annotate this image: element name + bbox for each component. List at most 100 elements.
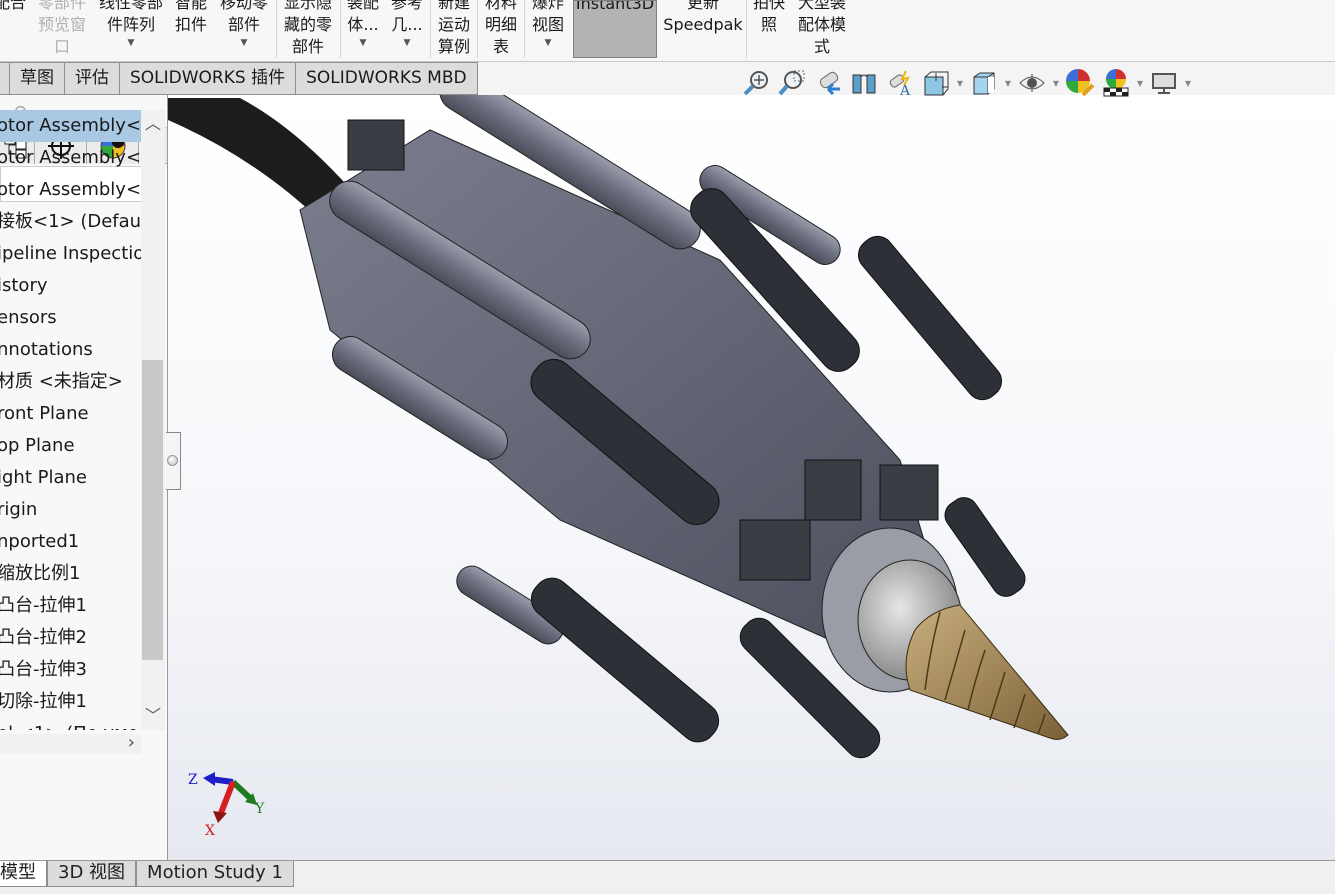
label-line: 视图 <box>531 15 564 34</box>
tree-item[interactable]: 接板<1> (Default <box>0 206 141 238</box>
heads-up-view-toolbar: A ▼ ▼ ▼ ▼ ▼ <box>738 66 1194 100</box>
section-view-icon[interactable] <box>846 66 882 100</box>
dynamic-annotation-views-icon[interactable]: A <box>882 66 918 100</box>
chevron-down-icon[interactable]: ▼ <box>404 36 411 50</box>
ribbon-separator <box>276 0 277 58</box>
chevron-down-icon[interactable]: ▼ <box>1002 79 1014 88</box>
tab-model[interactable]: 模型 <box>0 861 47 887</box>
label-line: 照 <box>760 15 777 34</box>
scroll-up-icon[interactable]: ︿ <box>141 112 165 136</box>
tab-solidworks-addins[interactable]: SOLIDWORKS 插件 <box>120 62 297 95</box>
chevron-down-icon[interactable]: ▼ <box>1134 79 1146 88</box>
tree-item[interactable]: 切除-拉伸1 <box>0 686 141 718</box>
label-line: Speedpak <box>663 15 743 34</box>
label-line: 配体模 <box>797 15 846 34</box>
tree-item[interactable]: ront Plane <box>0 398 141 430</box>
ribbon-separator <box>477 0 478 58</box>
label-line: 智能 <box>174 0 207 12</box>
scroll-down-icon[interactable]: ﹀ <box>141 704 165 728</box>
tab-label: 3D 视图 <box>58 862 126 883</box>
tree-item[interactable]: rigin <box>0 494 141 526</box>
tree-item[interactable]: otor Assembly<7 <box>0 142 141 174</box>
chevron-down-icon[interactable]: ▼ <box>1182 79 1194 88</box>
scrollbar-thumb[interactable] <box>142 360 163 660</box>
chevron-down-icon[interactable]: ▼ <box>1050 79 1062 88</box>
large-assembly-mode-button[interactable]: 大型装 配体模 式 <box>792 0 852 58</box>
tab-solidworks-mbd[interactable]: SOLIDWORKS MBD <box>296 62 478 95</box>
mate-button[interactable]: 配合 <box>0 0 28 58</box>
assembly-features-button[interactable]: 装配 体... ▼ <box>342 0 384 58</box>
panel-splitter-handle[interactable] <box>166 432 181 490</box>
chevron-down-icon[interactable]: ▼ <box>545 36 552 50</box>
tree-item[interactable]: 材质 <未指定> <box>0 366 141 398</box>
tree-item[interactable]: nported1 <box>0 526 141 558</box>
tree-item[interactable]: istory <box>0 270 141 302</box>
tree-item[interactable]: 凸台-拉伸1 <box>0 590 141 622</box>
instant3d-label: Instant3D <box>575 0 655 13</box>
tree-vertical-scrollbar[interactable]: ︿ ﹀ <box>141 110 165 730</box>
hide-show-items-icon[interactable] <box>1014 66 1050 100</box>
splitter-knob[interactable] <box>167 455 178 466</box>
show-hidden-components-button[interactable]: 显示隐 藏的零 部件 <box>278 0 338 58</box>
tab-label: 草图 <box>20 68 54 88</box>
ribbon-separator <box>430 0 431 58</box>
tree-item[interactable]: op Plane <box>0 430 141 462</box>
feature-tree: otor Assembly<6 otor Assembly<7 otor Ass… <box>0 110 141 730</box>
tree-item[interactable]: 缩放比例1 <box>0 558 141 590</box>
scroll-right-icon[interactable]: › <box>128 732 135 753</box>
previous-view-icon[interactable] <box>810 66 846 100</box>
tab-evaluate[interactable]: 评估 <box>65 62 120 95</box>
zoom-to-fit-icon[interactable] <box>738 66 774 100</box>
tab-motion-study-1[interactable]: Motion Study 1 <box>136 861 294 887</box>
tree-item[interactable]: 凸台-拉伸3 <box>0 654 141 686</box>
tab-assembly[interactable] <box>0 62 10 95</box>
label-line: 零部件 <box>37 0 86 12</box>
tree-item[interactable]: ipeline Inspectio <box>0 238 141 270</box>
bottom-tabs: 模型 3D 视图 Motion Study 1 <box>0 860 1335 894</box>
label-line: 更新 <box>686 0 719 12</box>
smart-fasteners-button[interactable]: 智能 扣件 <box>170 0 212 58</box>
edit-appearance-icon[interactable] <box>1062 66 1098 100</box>
reference-geometry-button[interactable]: 参考 几... ▼ <box>386 0 428 58</box>
tree-item[interactable]: otor Assembly<8 <box>0 174 141 206</box>
tree-item[interactable]: 凸台-拉伸2 <box>0 622 141 654</box>
apply-scene-icon[interactable] <box>1098 66 1134 100</box>
linear-component-pattern-button[interactable]: 线性零部 件阵列 ▼ <box>96 0 166 58</box>
exploded-view-button[interactable]: 爆炸 视图 ▼ <box>526 0 570 58</box>
take-snapshot-button[interactable]: 拍快 照 <box>750 0 788 58</box>
move-component-button[interactable]: 移动零 部件 ▼ <box>216 0 272 58</box>
tree-item[interactable]: otor Assembly<6 <box>0 110 141 142</box>
tab-label: Motion Study 1 <box>147 862 283 883</box>
view-orientation-icon[interactable] <box>918 66 954 100</box>
component-preview-window-button[interactable]: 零部件 预览窗 口 <box>30 0 94 58</box>
bill-of-materials-button[interactable]: 材料 明细 表 <box>479 0 523 58</box>
label-line: 装配 <box>346 0 379 12</box>
chevron-down-icon[interactable]: ▼ <box>128 36 135 50</box>
command-manager-ribbon: 配合 零部件 预览窗 口 线性零部 件阵列 ▼ 智能 扣件 移动零 部件 ▼ 显… <box>0 0 1335 62</box>
tab-3d-views[interactable]: 3D 视图 <box>47 861 137 887</box>
update-speedpak-button[interactable]: 更新 Speedpak <box>662 0 744 58</box>
view-settings-icon[interactable] <box>1146 66 1182 100</box>
label-line: 部件 <box>291 37 324 56</box>
tree-horizontal-scrollbar[interactable]: › <box>0 732 141 754</box>
z-axis-label: Z <box>188 772 198 788</box>
chevron-down-icon[interactable]: ▼ <box>241 36 248 50</box>
zoom-to-area-icon[interactable] <box>774 66 810 100</box>
assembly-model[interactable] <box>168 95 1335 860</box>
tree-item[interactable]: el <1> (По умолч <box>0 718 141 730</box>
label-line: 拍快 <box>752 0 785 12</box>
new-motion-study-button[interactable]: 新建 运动 算例 <box>432 0 476 58</box>
label-line: 算例 <box>437 37 470 56</box>
chevron-down-icon[interactable]: ▼ <box>954 79 966 88</box>
tab-sketch[interactable]: 草图 <box>10 62 65 95</box>
tree-item[interactable]: ight Plane <box>0 462 141 494</box>
instant3d-toggle[interactable]: Instant3D <box>573 0 657 58</box>
label-line: 几... <box>391 15 423 34</box>
tree-item[interactable]: nnotations <box>0 334 141 366</box>
label-line: 明细 <box>484 15 517 34</box>
graphics-area[interactable] <box>168 95 1335 860</box>
label-line: 预览窗 <box>37 15 86 34</box>
chevron-down-icon[interactable]: ▼ <box>360 36 367 50</box>
display-style-icon[interactable] <box>966 66 1002 100</box>
tree-item[interactable]: ensors <box>0 302 141 334</box>
